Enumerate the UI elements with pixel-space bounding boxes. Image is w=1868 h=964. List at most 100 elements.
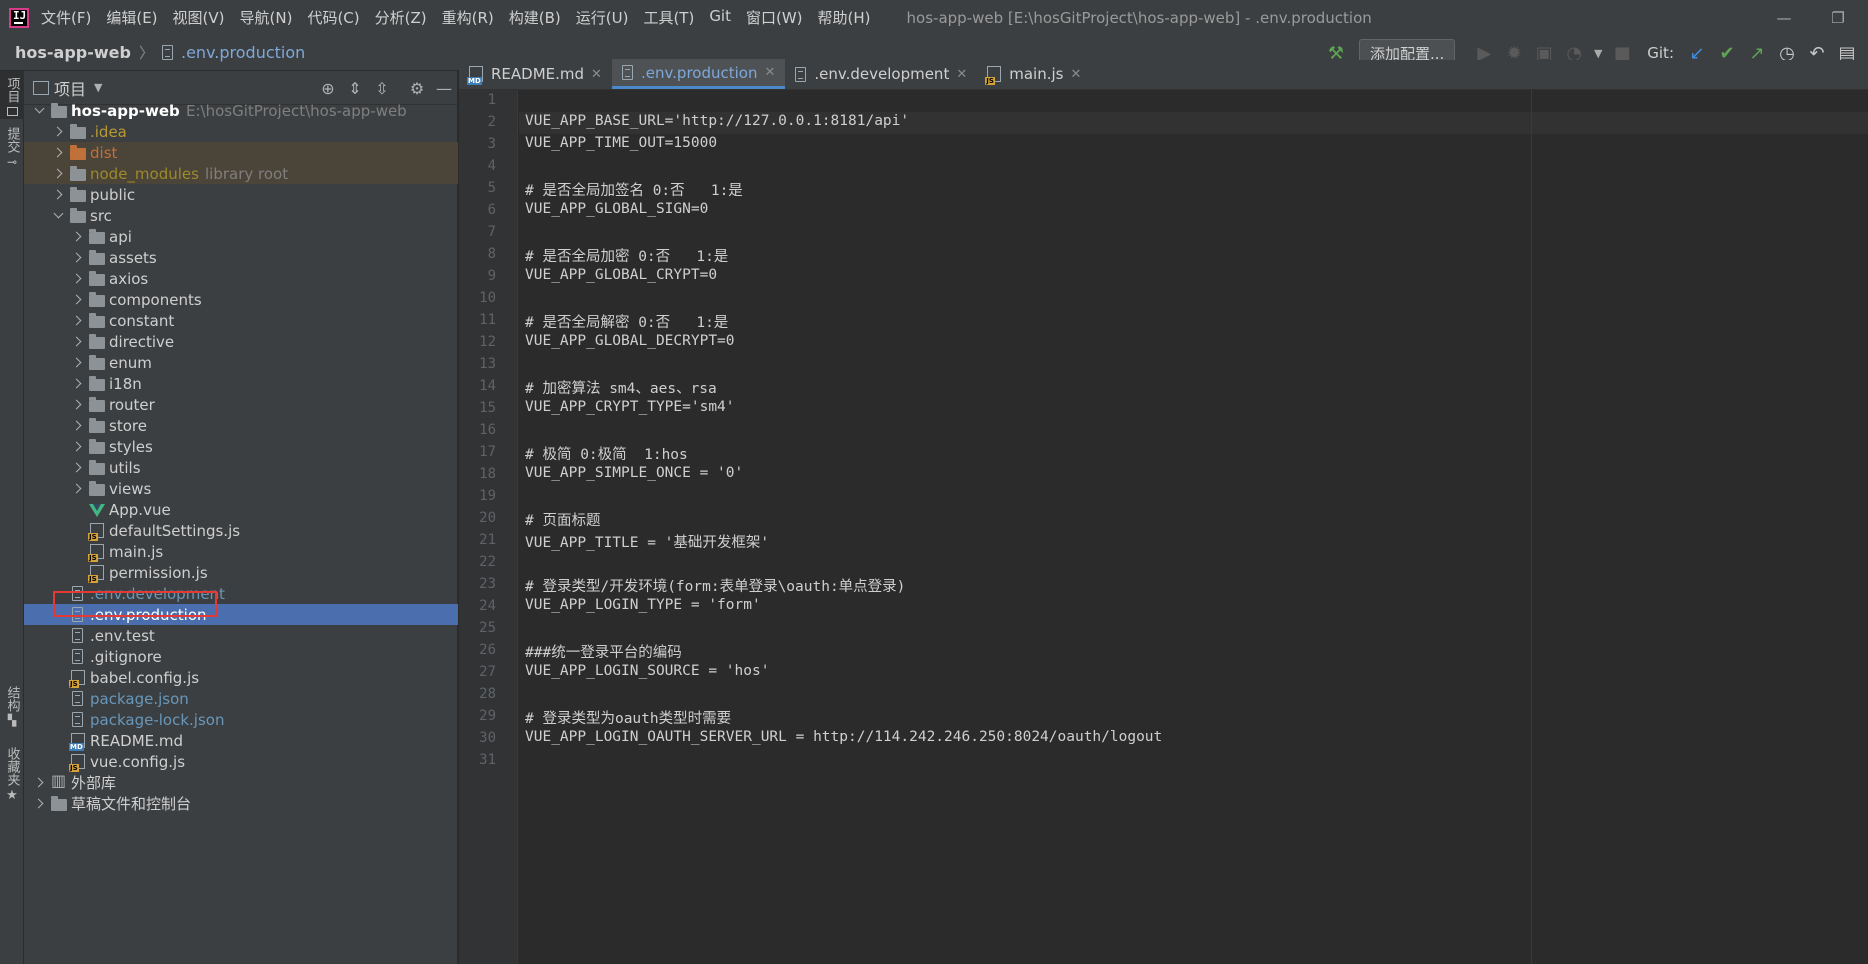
chevron-down-icon[interactable] (33, 105, 45, 117)
tree-row[interactable]: assets (24, 247, 458, 268)
menu-item[interactable]: 重构(R) (442, 7, 494, 28)
tree-row[interactable]: .env.production (24, 604, 458, 625)
chevron-right-icon[interactable] (71, 252, 83, 264)
structure-tool-tab[interactable]: 结构 ▚ (0, 686, 24, 734)
tree-row[interactable]: views (24, 478, 458, 499)
chevron-right-icon[interactable] (71, 336, 83, 348)
tree-row[interactable]: MD README.md (24, 730, 458, 751)
gear-icon[interactable]: ⚙ (407, 78, 427, 98)
tree-row[interactable]: JS vue.config.js (24, 751, 458, 772)
menu-item[interactable]: 视图(V) (173, 7, 225, 28)
code-line: # 页面标题 (525, 513, 601, 529)
close-icon[interactable]: ✕ (956, 67, 967, 82)
tree-row[interactable]: .env.test (24, 625, 458, 646)
tree-row[interactable]: components (24, 289, 458, 310)
menu-item[interactable]: 文件(F) (41, 7, 91, 28)
project-panel-title[interactable]: 项目 (54, 76, 86, 100)
menu-item[interactable]: 构建(B) (509, 7, 561, 28)
tree-row[interactable]: directive (24, 331, 458, 352)
tree-item-label: views (109, 479, 152, 498)
breadcrumb-project[interactable]: hos-app-web (15, 43, 131, 62)
commit-tool-tab[interactable]: 提交 ⊸ (0, 127, 24, 175)
menu-item[interactable]: 编辑(E) (106, 7, 157, 28)
tree-row[interactable]: hos-app-web E:\hosGitProject\hos-app-web (24, 100, 458, 121)
hide-panel-icon[interactable]: — (434, 78, 454, 98)
chevron-right-icon[interactable] (71, 273, 83, 285)
chevron-right-icon[interactable] (71, 231, 83, 243)
menu-item[interactable]: 代码(C) (307, 7, 359, 28)
tree-row[interactable]: api (24, 226, 458, 247)
chevron-right-icon[interactable] (71, 294, 83, 306)
chevron-right-icon[interactable] (52, 189, 64, 201)
tree-row[interactable]: constant (24, 310, 458, 331)
close-icon[interactable]: ✕ (1070, 67, 1081, 82)
library-icon: ▥ (51, 771, 67, 790)
tree-row[interactable]: App.vue (24, 499, 458, 520)
project-tool-tab[interactable]: 项目 (0, 71, 24, 119)
chevron-right-icon[interactable] (71, 420, 83, 432)
file-icon (72, 712, 83, 727)
chevron-right-icon[interactable] (52, 126, 64, 138)
menu-item[interactable]: 运行(U) (576, 7, 629, 28)
chevron-down-icon[interactable]: ▼ (94, 81, 102, 94)
tree-item-suffix: E:\hosGitProject\hos-app-web (186, 101, 407, 120)
chevron-right-icon[interactable] (33, 777, 45, 789)
chevron-right-icon[interactable] (52, 147, 64, 159)
menu-item[interactable]: 导航(N) (240, 7, 293, 28)
tree-row[interactable]: axios (24, 268, 458, 289)
menu-item[interactable]: 分析(Z) (375, 7, 427, 28)
close-icon[interactable]: ✕ (764, 65, 775, 80)
menu-item[interactable]: 帮助(H) (818, 7, 871, 28)
tree-row[interactable]: ▥ 外部库 (24, 771, 458, 793)
tree-row[interactable]: enum (24, 352, 458, 373)
expand-all-icon[interactable]: ⇕ (345, 78, 365, 98)
tree-row[interactable]: 草稿文件和控制台 (24, 793, 458, 814)
tree-row[interactable]: package-lock.json (24, 709, 458, 730)
chevron-right-icon[interactable] (71, 462, 83, 474)
chevron-right-icon[interactable] (33, 798, 45, 810)
code-editor[interactable]: 1 2 3 4 5 6 7 8 9 10 11 12 13 14 15 16 17 18 19 20 21 22 23 24 2… (459, 90, 1868, 964)
editor-tab[interactable]: .env.development ✕ (785, 59, 977, 89)
tree-row[interactable]: .gitignore (24, 646, 458, 667)
tree-row[interactable]: JS main.js (24, 541, 458, 562)
restore-button[interactable]: ❐ (1813, 0, 1863, 35)
tree-row[interactable]: utils (24, 457, 458, 478)
chevron-down-icon[interactable] (52, 210, 64, 222)
tree-row[interactable]: .idea (24, 121, 458, 142)
breadcrumb-file[interactable]: .env.production (181, 43, 305, 62)
line-number: 26 (479, 642, 496, 658)
editor-tab[interactable]: JS main.js ✕ (977, 59, 1091, 89)
tree-row[interactable]: package.json (24, 688, 458, 709)
tree-row[interactable]: node_modules library root (24, 163, 458, 184)
close-icon[interactable]: ✕ (591, 67, 602, 82)
favorites-tool-tab[interactable]: 收藏夹 ★ (0, 747, 24, 807)
chevron-right-icon[interactable] (71, 315, 83, 327)
tree-row[interactable]: JS defaultSettings.js (24, 520, 458, 541)
tree-row[interactable]: router (24, 394, 458, 415)
tree-row[interactable]: JS babel.config.js (24, 667, 458, 688)
menu-item[interactable]: 工具(T) (643, 7, 694, 28)
tree-row[interactable]: i18n (24, 373, 458, 394)
js-file-icon: JS (69, 754, 85, 772)
collapse-all-icon[interactable]: ⇳ (372, 78, 392, 98)
chevron-right-icon[interactable] (71, 483, 83, 495)
locate-file-icon[interactable]: ⊕ (318, 78, 338, 98)
tree-row[interactable]: JS permission.js (24, 562, 458, 583)
chevron-right-icon[interactable] (71, 357, 83, 369)
menu-item[interactable]: 窗口(W) (746, 7, 803, 28)
chevron-right-icon[interactable] (71, 399, 83, 411)
chevron-right-icon[interactable] (52, 168, 64, 180)
tree-row[interactable]: store (24, 415, 458, 436)
file-icon (621, 65, 633, 80)
tree-row[interactable]: src (24, 205, 458, 226)
editor-tab[interactable]: .env.production ✕ (611, 59, 786, 89)
editor-tab[interactable]: MD README.md ✕ (459, 59, 612, 89)
tree-row[interactable]: styles (24, 436, 458, 457)
minimize-button[interactable]: — (1759, 0, 1809, 35)
chevron-right-icon[interactable] (71, 441, 83, 453)
tree-row[interactable]: .env.development (24, 583, 458, 604)
chevron-right-icon[interactable] (71, 378, 83, 390)
tree-row[interactable]: public (24, 184, 458, 205)
tree-row[interactable]: dist (24, 142, 458, 163)
menu-item[interactable]: Git (709, 7, 731, 28)
